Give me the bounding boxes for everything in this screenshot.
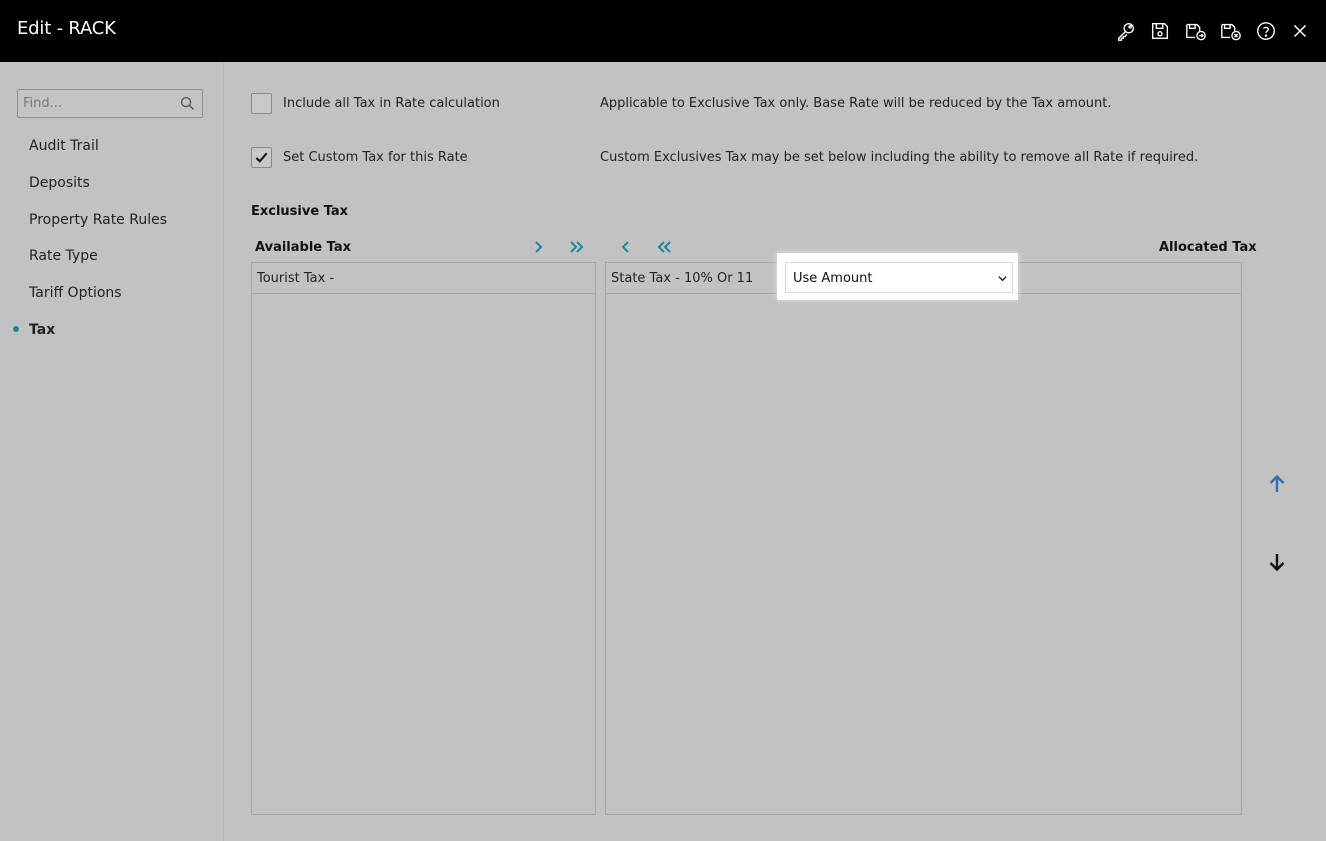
list-item-label: Tourist Tax - <box>257 271 335 286</box>
sidebar: Audit Trail Deposits Property Rate Rules… <box>0 62 224 841</box>
allocated-tax-list[interactable]: State Tax - 10% Or 11 <box>605 262 1242 815</box>
list-item-label: State Tax - 10% Or 11 <box>611 271 754 286</box>
close-icon[interactable] <box>1289 20 1311 42</box>
sidebar-item-tax[interactable]: Tax <box>29 322 55 338</box>
save-and-go-icon[interactable] <box>1185 20 1207 42</box>
title-bar: Edit - RACK <box>0 0 1326 62</box>
sidebar-item-deposits[interactable]: Deposits <box>29 175 90 191</box>
custom-tax-label: Set Custom Tax for this Rate <box>283 150 468 165</box>
checkmark-icon <box>255 152 268 163</box>
sidebar-item-rate-type[interactable]: Rate Type <box>29 248 98 264</box>
chevron-right-icon <box>535 241 543 253</box>
search-input[interactable] <box>18 90 183 117</box>
chevron-left-icon <box>621 241 629 253</box>
move-down-button[interactable] <box>1266 551 1288 573</box>
double-chevron-right-icon <box>570 241 584 253</box>
allocated-tax-header: Allocated Tax <box>1159 240 1257 255</box>
available-tax-list[interactable]: Tourist Tax - <box>251 262 596 815</box>
help-icon[interactable] <box>1255 20 1277 42</box>
double-chevron-left-icon <box>657 241 671 253</box>
arrow-up-icon <box>1269 474 1285 492</box>
main-panel: Include all Tax in Rate calculation Appl… <box>224 62 1326 841</box>
move-all-right-button[interactable] <box>567 237 587 257</box>
chevron-down-icon <box>998 276 1007 282</box>
search-icon[interactable] <box>180 96 195 111</box>
select-highlight: Use Amount <box>777 253 1018 300</box>
move-up-button[interactable] <box>1266 473 1288 495</box>
sidebar-item-audit-trail[interactable]: Audit Trail <box>29 138 99 154</box>
list-item[interactable]: Tourist Tax - <box>252 263 595 294</box>
exclusive-tax-title: Exclusive Tax <box>251 204 349 219</box>
available-tax-header: Available Tax <box>255 240 351 255</box>
arrow-down-icon <box>1269 554 1285 572</box>
include-all-tax-label: Include all Tax in Rate calculation <box>283 96 500 111</box>
save-icon[interactable] <box>1149 20 1171 42</box>
move-left-button[interactable] <box>616 237 636 257</box>
move-all-left-button[interactable] <box>654 237 674 257</box>
include-all-tax-checkbox[interactable] <box>251 93 272 114</box>
active-indicator-dot <box>13 326 19 332</box>
save-and-close-icon[interactable] <box>1220 20 1242 42</box>
include-all-tax-description: Applicable to Exclusive Tax only. Base R… <box>600 96 1112 111</box>
tax-mode-value: Use Amount <box>793 271 873 286</box>
move-right-button[interactable] <box>528 237 548 257</box>
sidebar-item-tariff-options[interactable]: Tariff Options <box>29 285 122 301</box>
custom-tax-description: Custom Exclusives Tax may be set below i… <box>600 150 1199 165</box>
search-box <box>17 89 203 118</box>
window-title: Edit - RACK <box>17 18 116 39</box>
custom-tax-checkbox[interactable] <box>251 147 272 168</box>
sidebar-item-property-rate-rules[interactable]: Property Rate Rules <box>29 212 167 228</box>
key-icon[interactable] <box>1115 20 1137 42</box>
tax-mode-select[interactable]: Use Amount <box>785 262 1013 293</box>
